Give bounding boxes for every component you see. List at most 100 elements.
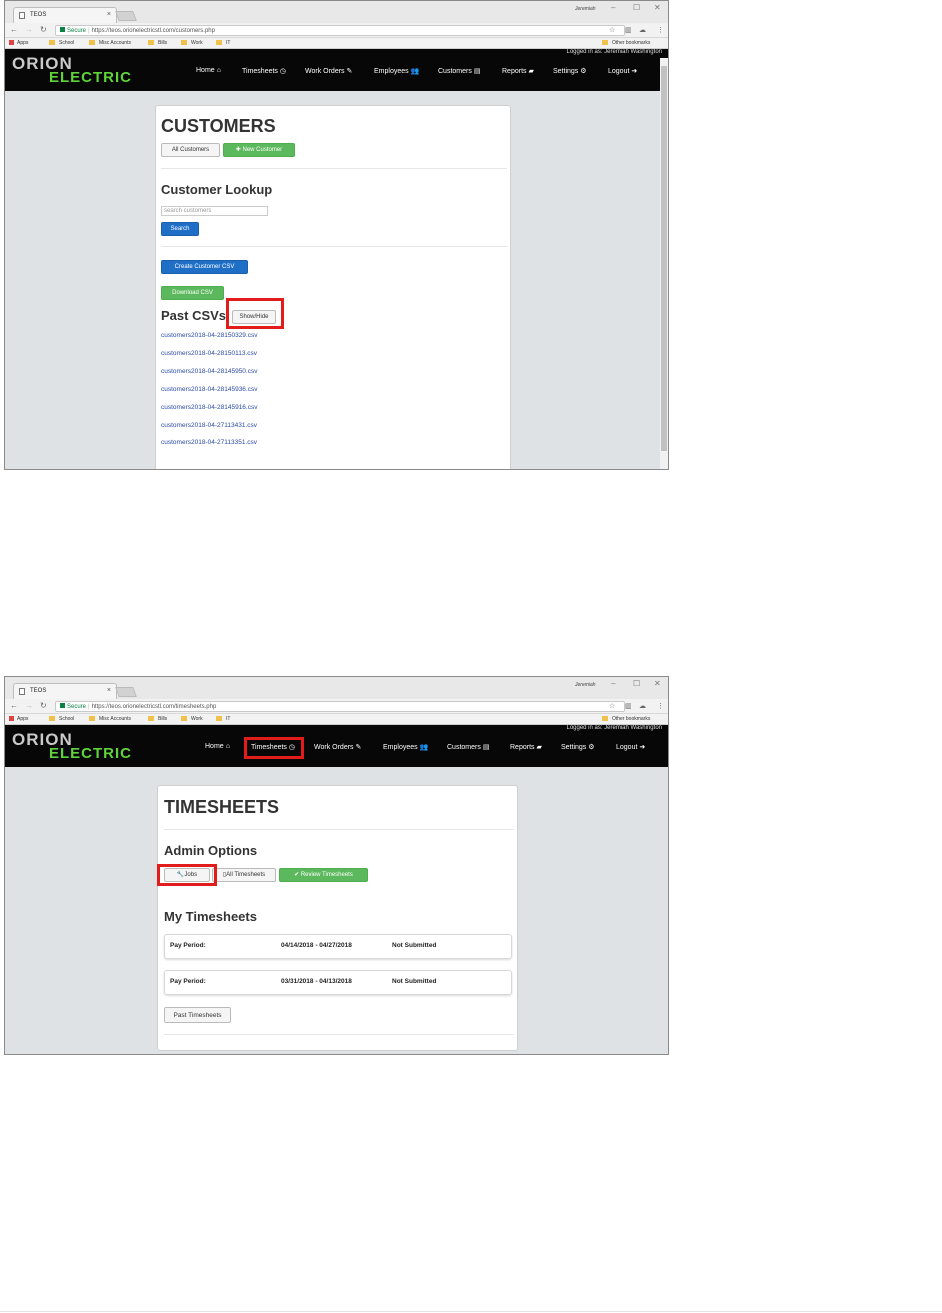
- extension-icon[interactable]: ▥: [625, 702, 632, 710]
- folder-icon: [89, 40, 95, 45]
- nav-reports[interactable]: Reports ▰: [510, 743, 542, 751]
- csv-file-link[interactable]: customers2018-04-28145936.csv: [161, 386, 257, 393]
- pay-period-row[interactable]: Pay Period: 03/31/2018 - 04/13/2018 Not …: [164, 970, 512, 995]
- extension-icon[interactable]: ▥: [625, 26, 632, 34]
- nav-customers[interactable]: Customers ▤: [447, 743, 489, 751]
- url-field[interactable]: Secure | https://teos.orionelectricstl.com…: [55, 25, 625, 36]
- folder-icon: [602, 716, 608, 721]
- customer-lookup-heading: Customer Lookup: [161, 182, 273, 197]
- folder-icon: [49, 716, 55, 721]
- plus-icon: ✚: [235, 147, 243, 153]
- home-icon: ⌂: [216, 67, 221, 74]
- new-tab-button[interactable]: [115, 687, 137, 697]
- csv-file-link[interactable]: customers2018-04-28145916.csv: [161, 404, 257, 411]
- logged-in-label: Logged in as: Jeremiah Washington: [566, 725, 662, 731]
- bookmark-apps[interactable]: Apps: [9, 716, 28, 722]
- new-customer-button[interactable]: ✚ New Customer: [223, 143, 295, 157]
- url-field[interactable]: Secure | https://teos.orionelectricstl.com…: [55, 701, 625, 712]
- site-header: ORION ELECTRIC Logged in as: Jeremiah Wa…: [5, 49, 668, 91]
- csv-file-link[interactable]: customers2018-04-28150329.csv: [161, 332, 257, 339]
- csv-file-link[interactable]: customers2018-04-27113351.csv: [161, 439, 257, 446]
- cloud-icon[interactable]: ☁: [639, 702, 646, 710]
- reload-icon[interactable]: ↻: [40, 701, 47, 710]
- menu-icon[interactable]: ⋮: [657, 26, 664, 34]
- csv-file-link[interactable]: customers2018-04-28150113.csv: [161, 350, 257, 357]
- review-timesheets-button[interactable]: ✔ Review Timesheets: [279, 868, 368, 882]
- bookmark-other[interactable]: Other bookmarks: [602, 716, 650, 722]
- reload-icon[interactable]: ↻: [40, 25, 47, 34]
- nav-settings[interactable]: Settings ⚙: [553, 67, 587, 75]
- cloud-icon[interactable]: ☁: [639, 26, 646, 34]
- minimize-icon[interactable]: –: [611, 3, 615, 12]
- back-icon[interactable]: ←: [10, 701, 18, 710]
- bookmark-bills[interactable]: Bills: [148, 40, 167, 46]
- divider: [161, 246, 507, 247]
- highlight-box: [244, 737, 304, 759]
- nav-work-orders[interactable]: Work Orders ✎: [314, 743, 361, 751]
- nav-home[interactable]: Home ⌂: [196, 67, 221, 74]
- nav-timesheets[interactable]: Timesheets ◷: [242, 67, 286, 75]
- bookmark-bills[interactable]: Bills: [148, 716, 167, 722]
- forward-icon[interactable]: →: [25, 701, 33, 710]
- folder-icon: [216, 40, 222, 45]
- bookmark-other[interactable]: Other bookmarks: [602, 40, 650, 46]
- clock-icon: ◷: [279, 68, 287, 75]
- close-tab-icon[interactable]: ×: [107, 687, 111, 694]
- close-window-icon[interactable]: ✕: [654, 679, 661, 688]
- divider: [164, 829, 514, 830]
- bookmark-it[interactable]: IT: [216, 40, 230, 46]
- all-timesheets-button[interactable]: ▯All Timesheets: [212, 868, 276, 882]
- minimize-icon[interactable]: –: [611, 679, 615, 688]
- window-user: Jeremiah: [575, 682, 596, 688]
- bookmark-it[interactable]: IT: [216, 716, 230, 722]
- customer-search-input[interactable]: search customers: [161, 206, 268, 216]
- bookmark-misc-accounts[interactable]: Misc Accounts: [89, 40, 131, 46]
- browser-titlebar: TEOS × Jeremiah – ☐ ✕: [5, 677, 668, 699]
- gears-icon: ⚙: [588, 744, 595, 751]
- star-icon[interactable]: ☆: [609, 702, 615, 710]
- bookmark-apps[interactable]: Apps: [9, 40, 28, 46]
- maximize-icon[interactable]: ☐: [633, 3, 640, 12]
- bookmark-work[interactable]: Work: [181, 716, 203, 722]
- maximize-icon[interactable]: ☐: [633, 679, 640, 688]
- nav-reports[interactable]: Reports ▰: [502, 67, 534, 75]
- csv-file-link[interactable]: customers2018-04-27113431.csv: [161, 422, 257, 429]
- bookmark-school[interactable]: School: [49, 40, 74, 46]
- logout-icon: ➜: [639, 744, 646, 751]
- new-tab-button[interactable]: [115, 11, 137, 21]
- nav-logout[interactable]: Logout ➜: [608, 67, 637, 75]
- star-icon[interactable]: ☆: [609, 26, 615, 34]
- back-icon[interactable]: ←: [10, 25, 18, 34]
- past-timesheets-button[interactable]: Past Timesheets: [164, 1007, 231, 1023]
- bookmark-misc-accounts[interactable]: Misc Accounts: [89, 716, 131, 722]
- nav-settings[interactable]: Settings ⚙: [561, 743, 595, 751]
- browser-tab[interactable]: TEOS ×: [13, 683, 117, 699]
- scrollbar-thumb[interactable]: [661, 66, 667, 451]
- nav-home[interactable]: Home ⌂: [205, 743, 230, 750]
- pay-period-row[interactable]: Pay Period: 04/14/2018 - 04/27/2018 Not …: [164, 934, 512, 959]
- nav-employees[interactable]: Employees 👥: [383, 743, 428, 751]
- nav-logout[interactable]: Logout ➜: [616, 743, 645, 751]
- window-user: Jeremiah: [575, 6, 596, 12]
- bookmark-work[interactable]: Work: [181, 40, 203, 46]
- page-bottom-rule: [0, 1311, 942, 1312]
- folder-icon: [181, 40, 187, 45]
- csv-file-link[interactable]: customers2018-04-28145950.csv: [161, 368, 257, 375]
- nav-work-orders[interactable]: Work Orders ✎: [305, 67, 352, 75]
- tab-title: TEOS: [30, 12, 47, 18]
- nav-employees[interactable]: Employees 👥: [374, 67, 419, 75]
- forward-icon[interactable]: →: [25, 25, 33, 34]
- browser-tab[interactable]: TEOS ×: [13, 7, 117, 23]
- all-customers-button[interactable]: All Customers: [161, 143, 220, 157]
- bookmark-school[interactable]: School: [49, 716, 74, 722]
- create-customer-csv-button[interactable]: Create Customer CSV: [161, 260, 248, 274]
- close-tab-icon[interactable]: ×: [107, 11, 111, 18]
- scrollbar[interactable]: [660, 58, 668, 469]
- download-csv-button[interactable]: Download CSV: [161, 286, 224, 300]
- nav-customers[interactable]: Customers ▤: [438, 67, 480, 75]
- address-bar: ← → ↻ Secure | https://teos.orionelectrics…: [5, 699, 668, 714]
- menu-icon[interactable]: ⋮: [657, 702, 664, 710]
- close-window-icon[interactable]: ✕: [654, 3, 661, 12]
- search-button[interactable]: Search: [161, 222, 199, 236]
- tab-title: TEOS: [30, 688, 47, 694]
